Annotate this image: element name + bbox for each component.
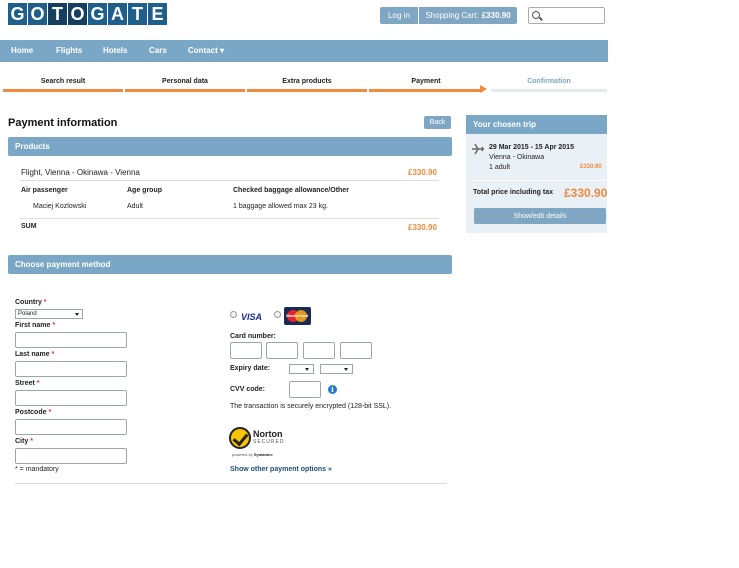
chevron-down-icon	[75, 313, 79, 316]
search-input[interactable]	[543, 9, 603, 22]
divider	[15, 483, 447, 484]
trip-route: Vienna - Okinawa	[489, 154, 545, 161]
card-number-field-1[interactable]	[230, 342, 262, 359]
logo-letter: O	[68, 3, 87, 25]
country-select[interactable]: Poland	[15, 309, 83, 319]
nav-flights[interactable]: Flights	[56, 40, 82, 62]
cvv-field[interactable]	[289, 381, 321, 398]
total-price-label: Total price including tax	[473, 189, 553, 196]
logo-letter: A	[108, 3, 127, 25]
card-number-field-3[interactable]	[303, 342, 335, 359]
payment-method-header: Choose payment method	[8, 255, 452, 274]
norton-title: Norton	[253, 429, 283, 439]
nav-hotels[interactable]: Hotels	[103, 40, 127, 62]
logo-letter: T	[128, 3, 147, 25]
norton-secured-badge[interactable]: Norton SECURED powered by Symantec	[229, 425, 291, 459]
passenger-name: Maciej Kozlowski	[33, 203, 87, 210]
visa-logo: VISA	[241, 312, 263, 322]
nav-contact[interactable]: Contact ▾	[188, 40, 224, 62]
visa-radio[interactable]	[230, 311, 237, 318]
search-icon	[532, 11, 540, 19]
step-arrow-icon	[480, 85, 487, 93]
divider	[472, 180, 606, 181]
logo-letter: G	[88, 3, 107, 25]
step-label: Confirmation	[527, 78, 571, 85]
trip-dates: 29 Mar 2015 - 15 Apr 2015	[489, 144, 574, 151]
logo-letter: O	[28, 3, 47, 25]
street-label: Street *	[15, 380, 40, 387]
cvv-label: CVV code:	[230, 386, 266, 393]
column-header-age: Age group	[127, 187, 162, 194]
trip-price: £330.90	[580, 164, 602, 170]
logo-letter: T	[48, 3, 67, 25]
first-name-label: First name *	[15, 322, 56, 329]
step-label: Payment	[411, 78, 441, 85]
cart-label: Shopping Cart:	[425, 11, 479, 20]
norton-subtitle: SECURED	[253, 439, 285, 445]
mandatory-note: * = mandatory	[15, 466, 59, 473]
last-name-label: Last name *	[15, 351, 55, 358]
plane-icon	[472, 143, 484, 155]
chevron-down-icon	[344, 368, 348, 371]
logo-letter: G	[8, 3, 27, 25]
nav-cars[interactable]: Cars	[149, 40, 167, 62]
expiry-month-select[interactable]	[289, 364, 314, 374]
shopping-cart-button[interactable]: Shopping Cart: £330.90	[419, 7, 517, 24]
step-label: Search result	[40, 78, 86, 85]
norton-powered: powered by Symantec	[232, 452, 273, 457]
step-extra-products[interactable]: Extra products	[247, 78, 367, 92]
chevron-down-icon	[305, 368, 309, 371]
first-name-field[interactable]	[15, 332, 127, 348]
column-header-baggage: Checked baggage allowance/Other	[233, 187, 349, 194]
gotogate-logo[interactable]: G O T O G A T E	[8, 3, 167, 25]
logo-letter: E	[148, 3, 167, 25]
column-header-passenger: Air passenger	[21, 187, 68, 194]
back-button[interactable]: Back	[424, 116, 451, 129]
card-number-field-2[interactable]	[266, 342, 298, 359]
step-confirmation: Confirmation	[491, 78, 607, 92]
search-box[interactable]	[528, 7, 605, 24]
sum-price: £330.90	[408, 223, 437, 232]
city-field[interactable]	[15, 448, 127, 464]
trip-travellers: 1 adult	[489, 164, 511, 171]
divider	[19, 180, 439, 181]
flight-description: Flight, Vienna - Okinawa - Vienna	[21, 168, 140, 177]
street-field[interactable]	[15, 390, 127, 406]
page-title: Payment information	[8, 117, 118, 129]
nav-home[interactable]: Home	[11, 40, 33, 62]
postcode-field[interactable]	[15, 419, 127, 435]
flight-price: £330.90	[408, 168, 437, 177]
divider	[19, 218, 439, 219]
total-price: £330.90	[564, 186, 608, 200]
card-number-label: Card number:	[230, 333, 276, 340]
passenger-baggage: 1 baggage allowed max 23 kg.	[233, 203, 328, 210]
main-nav: Home Flights Hotels Cars Contact ▾	[0, 40, 608, 62]
mastercard-logo: MasterCard	[284, 307, 311, 325]
card-number-field-4[interactable]	[340, 342, 372, 359]
show-edit-details-button[interactable]: Show/edit details	[474, 208, 606, 224]
sum-label: SUM	[21, 223, 37, 230]
passenger-age: Adult	[127, 203, 143, 210]
country-label: Country *	[15, 299, 47, 306]
trip-summary-header: Your chosen trip	[466, 115, 607, 134]
expiry-year-select[interactable]	[320, 364, 353, 374]
mastercard-radio[interactable]	[274, 311, 281, 318]
other-payment-options-link[interactable]: Show other payment options »	[230, 466, 332, 473]
expiry-label: Expiry date:	[230, 365, 271, 372]
info-icon[interactable]: i	[328, 385, 337, 394]
step-personal-data[interactable]: Personal data	[125, 78, 245, 92]
step-label: Extra products	[282, 78, 332, 85]
step-label: Personal data	[162, 78, 208, 85]
products-header: Products	[8, 137, 452, 156]
ssl-note: The transaction is securely encrypted (1…	[230, 403, 392, 410]
login-button[interactable]: Log in	[380, 7, 418, 24]
country-value: Poland	[18, 311, 37, 317]
last-name-field[interactable]	[15, 361, 127, 377]
checkmark-icon	[229, 427, 251, 449]
cart-total: £330.90	[481, 11, 511, 20]
step-payment: Payment	[369, 78, 483, 92]
city-label: City *	[15, 438, 33, 445]
step-search-result[interactable]: Search result	[3, 78, 123, 92]
postcode-label: Postcode *	[15, 409, 52, 416]
